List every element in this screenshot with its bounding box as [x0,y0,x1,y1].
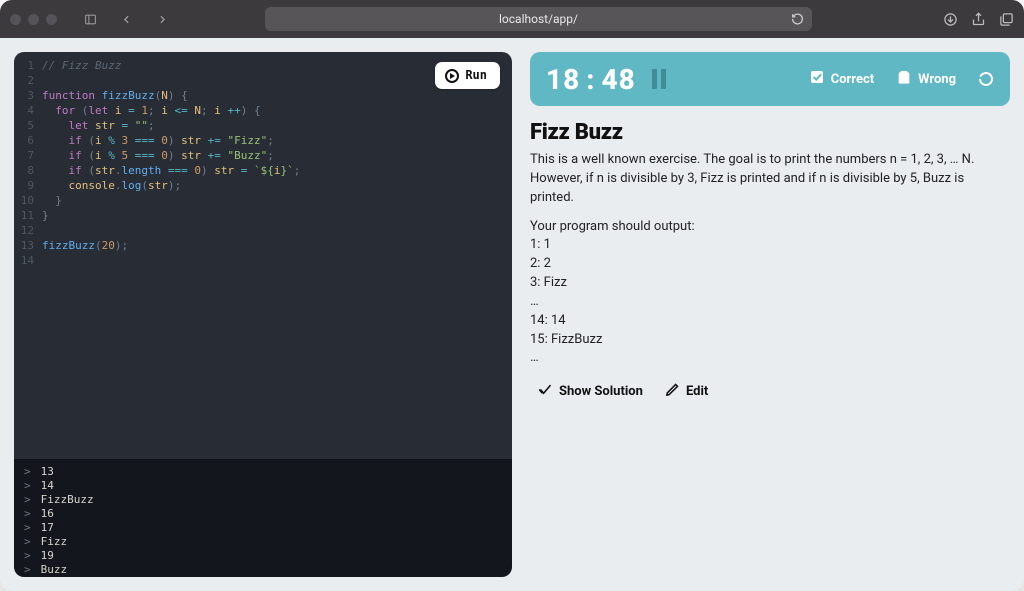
line-number: 13 [14,238,42,253]
forward-button[interactable] [149,8,175,30]
line-number: 3 [14,88,42,103]
code-line: 9 console.log(str); [14,178,512,193]
line-number: 1 [14,58,42,73]
output-line: 1: 1 [530,236,1010,255]
problem-title: Fizz Buzz [530,120,1010,145]
line-number: 12 [14,223,42,238]
code-panel: Run 1// Fizz Buzz23function fizzBuzz(N) … [14,52,512,577]
url-text: localhost/app/ [499,12,578,26]
console-line: Fizz [24,535,502,549]
sidebar-toggle-button[interactable] [77,8,103,30]
run-button-label: Run [465,68,487,83]
code-content: for (let i = 1; i <= N; i ++) { [42,103,261,118]
wrong-button[interactable]: Wrong [896,69,956,89]
output-line: 3: Fizz [530,274,1010,293]
edit-button[interactable]: Edit [665,382,708,401]
code-line: 12 [14,223,512,238]
problem-text: This is a well known exercise. The goal … [530,151,1010,208]
share-icon[interactable] [970,11,986,27]
tabs-icon[interactable] [998,11,1014,27]
code-content: if (str.length === 0) str = `${i}`; [42,163,300,178]
timer-display: 18 : 48 [546,63,636,96]
timer-seconds: 48 [601,63,635,96]
line-number: 7 [14,148,42,163]
wrong-label: Wrong [918,72,956,87]
console-line: Buzz [24,563,502,577]
line-number: 14 [14,253,42,268]
code-content: } [42,193,62,208]
code-content: } [42,208,49,223]
show-solution-button[interactable]: Show Solution [538,382,643,401]
line-number: 11 [14,208,42,223]
code-content: fizzBuzz(20); [42,238,128,253]
line-number: 8 [14,163,42,178]
checkmark-icon [538,382,553,401]
output-line: 14: 14 [530,312,1010,331]
pencil-icon [665,382,680,401]
code-content: // Fizz Buzz [42,58,121,73]
output-intro: Your program should output: [530,218,1010,237]
code-content: if (i % 3 === 0) str += "Fizz"; [42,133,274,148]
timer-colon: : [586,63,595,96]
line-number: 10 [14,193,42,208]
downloads-icon[interactable] [942,11,958,27]
back-button[interactable] [113,8,139,30]
code-line: 13fizzBuzz(20); [14,238,512,253]
pause-button[interactable] [652,69,666,89]
play-icon [445,69,459,83]
check-icon [809,69,825,89]
browser-chrome: localhost/app/ [0,0,1024,38]
code-line: 6 if (i % 3 === 0) str += "Fizz"; [14,133,512,148]
output-console[interactable]: 1314FizzBuzz1617Fizz19Buzz [14,459,512,577]
refresh-timer-button[interactable] [978,71,994,87]
code-line: 4 for (let i = 1; i <= N; i ++) { [14,103,512,118]
code-content: let str = ""; [42,118,155,133]
window-controls [10,14,57,25]
output-line: 2: 2 [530,255,1010,274]
line-number: 6 [14,133,42,148]
correct-button[interactable]: Correct [809,69,874,89]
console-line: FizzBuzz [24,493,502,507]
run-button[interactable]: Run [435,62,500,89]
line-number: 4 [14,103,42,118]
correct-label: Correct [831,72,874,87]
output-line: 15: FizzBuzz [530,331,1010,350]
output-line: … [530,293,1010,312]
expected-output: Your program should output: 1: 12: 23: F… [530,218,1010,369]
address-bar[interactable]: localhost/app/ [265,7,812,31]
output-line: … [530,349,1010,368]
code-content: if (i % 5 === 0) str += "Buzz"; [42,148,274,163]
code-content: function fizzBuzz(N) { [42,88,188,103]
code-line: 14 [14,253,512,268]
console-line: 17 [24,521,502,535]
code-editor[interactable]: Run 1// Fizz Buzz23function fizzBuzz(N) … [14,52,512,459]
reload-icon[interactable] [791,13,804,26]
edit-label: Edit [686,384,708,399]
timer-bar: 18 : 48 Correct [530,52,1010,106]
code-line: 11} [14,208,512,223]
console-line: 14 [24,479,502,493]
console-line: 16 [24,507,502,521]
maximize-window-button[interactable] [46,14,57,25]
timer-minutes: 18 [546,63,580,96]
app-window: localhost/app/ Run [0,0,1024,591]
code-line: 5 let str = ""; [14,118,512,133]
close-window-button[interactable] [10,14,21,25]
line-number: 9 [14,178,42,193]
problem-description: Fizz Buzz This is a well known exercise.… [530,120,1010,401]
page-content: Run 1// Fizz Buzz23function fizzBuzz(N) … [0,38,1024,591]
clipboard-icon [896,69,912,89]
info-panel: 18 : 48 Correct [530,52,1010,577]
code-line: 8 if (str.length === 0) str = `${i}`; [14,163,512,178]
code-line: 3function fizzBuzz(N) { [14,88,512,103]
line-number: 2 [14,73,42,88]
line-number: 5 [14,118,42,133]
code-line: 7 if (i % 5 === 0) str += "Buzz"; [14,148,512,163]
code-content: console.log(str); [42,178,181,193]
show-solution-label: Show Solution [559,384,643,399]
code-line: 10 } [14,193,512,208]
console-line: 19 [24,549,502,563]
console-line: 13 [24,465,502,479]
minimize-window-button[interactable] [28,14,39,25]
